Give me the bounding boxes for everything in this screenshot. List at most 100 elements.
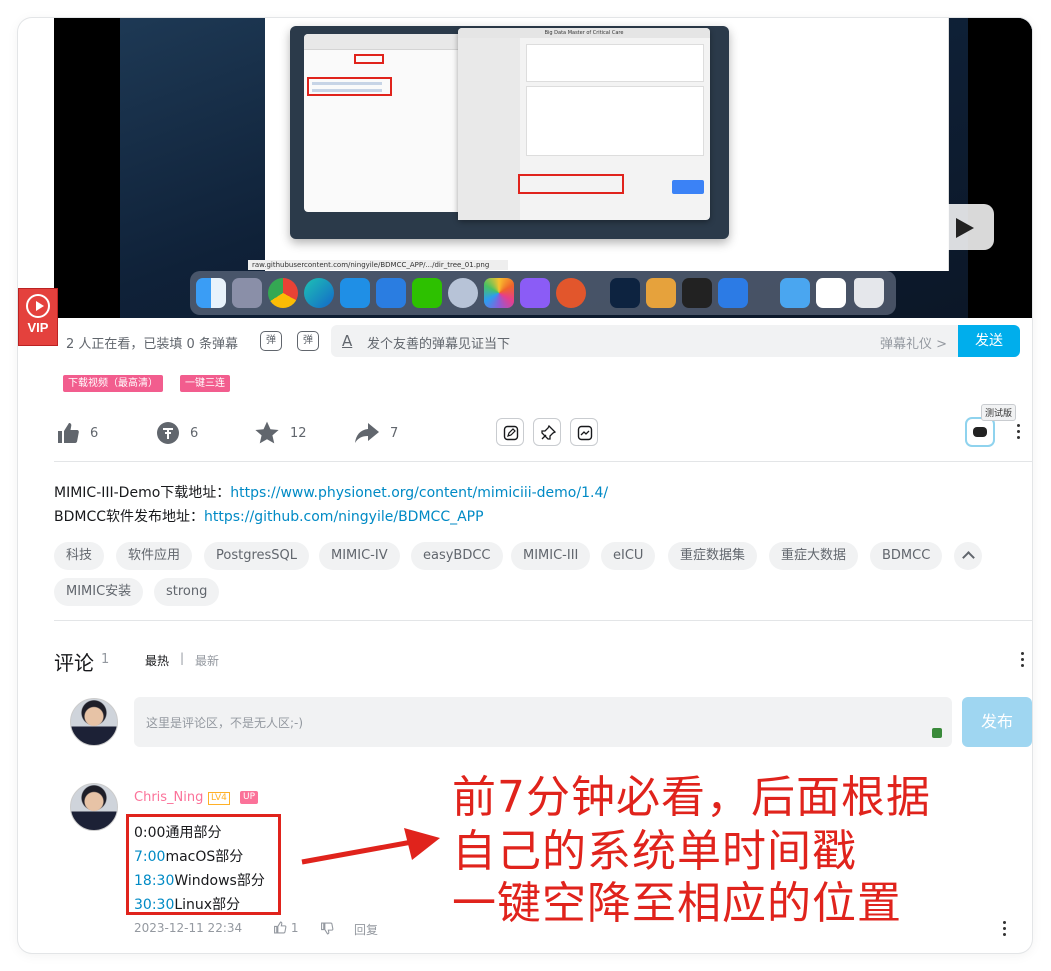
trash-icon	[854, 278, 884, 308]
tag-item[interactable]: easyBDCC	[411, 542, 503, 570]
comment-dislike-button[interactable]	[320, 920, 334, 939]
star-icon	[255, 421, 279, 444]
tag-item[interactable]: PostgresSQL	[204, 542, 310, 570]
share-arrow-icon	[355, 423, 379, 443]
like-button[interactable]: 6	[56, 413, 98, 453]
triple-action-button[interactable]: 一键三连	[180, 375, 230, 392]
divider	[54, 461, 1032, 462]
favorite-button[interactable]: 12	[254, 413, 307, 453]
coin-icon	[157, 422, 179, 444]
danmaku-bar: 2 人正在看，已装填 0 条弹幕 弹 弹 A 发个友善的弹幕见证当下 弹幕礼仪 …	[54, 318, 1032, 364]
video-toolbar: 6 6 12 7	[54, 413, 1032, 453]
teams-icon	[718, 278, 748, 308]
pin-icon	[541, 425, 556, 440]
bdmcc-app-window: Big Data Master of Critical Care	[458, 28, 710, 220]
edge-icon	[304, 278, 334, 308]
tag-item[interactable]: 重症大数据	[769, 542, 859, 570]
danmaku-etiquette-link[interactable]: 弹幕礼仪 >	[880, 333, 947, 352]
pin-button[interactable]	[533, 418, 561, 446]
bdmcc-release-link[interactable]: https://github.com/ningyile/BDMCC_APP	[204, 509, 484, 525]
mimic-download-link[interactable]: https://www.physionet.org/content/mimici…	[230, 485, 608, 501]
finder-window	[304, 34, 469, 212]
video-player[interactable]: Big Data Master of Critical Care raw.git…	[54, 18, 1032, 318]
thumb-up-icon	[58, 423, 79, 443]
highlight-box	[307, 77, 392, 96]
comment-input[interactable]: 这里是评论区，不是无人区;-)	[134, 697, 952, 747]
status-dot-icon	[932, 728, 942, 738]
tag-item[interactable]: eICU	[601, 542, 656, 570]
thumb-down-icon	[321, 922, 334, 935]
comment-line: 18:30Windows部分	[134, 873, 265, 889]
tag-item[interactable]: BDMCC	[870, 542, 943, 570]
danmaku-settings-icon[interactable]: 弹	[297, 331, 319, 351]
timestamp-link[interactable]: 30:30	[134, 897, 174, 913]
ai-assistant-robot-icon[interactable]	[965, 417, 995, 447]
annotation-text-line: 一键空降至相应的位置	[452, 878, 902, 929]
preview-icon	[816, 278, 846, 308]
tag-item[interactable]: strong	[154, 578, 220, 606]
stats-button[interactable]	[570, 418, 598, 446]
page-frame: Big Data Master of Critical Care raw.git…	[18, 18, 1032, 953]
level-badge: LV4	[208, 792, 230, 805]
post-comment-button[interactable]: 发布	[962, 697, 1032, 747]
viewer-count: 2 人正在看，已装填 0 条弹幕	[66, 337, 238, 352]
annotation-text-line: 自己的系统单时间戳	[452, 826, 857, 877]
font-style-icon[interactable]: A	[342, 332, 352, 350]
desc-label-1: MIMIC-III-Demo下载地址：	[54, 485, 231, 501]
timestamp-link[interactable]: 18:30	[134, 873, 174, 889]
macos-dock	[190, 271, 896, 315]
annotation-text-line: 前7分钟必看，后面根据	[452, 772, 931, 823]
timestamp: 0:00	[134, 825, 166, 841]
video-url-bar: raw.githubusercontent.com/ningyile/BDMCC…	[248, 260, 508, 270]
danmaku-placeholder: 发个友善的弹幕见证当下	[367, 337, 511, 352]
highlight-box	[354, 54, 384, 64]
collapse-tags-chevron-up-icon[interactable]	[954, 542, 982, 570]
screenshot-in-video: Big Data Master of Critical Care	[290, 26, 729, 239]
tag-item[interactable]: MIMIC-IV	[319, 542, 400, 570]
comments-more-icon[interactable]	[1021, 652, 1025, 670]
tag-item[interactable]: 重症数据集	[668, 542, 758, 570]
thumb-up-icon	[274, 921, 287, 934]
avatar[interactable]	[70, 698, 118, 746]
comment-date: 2023-12-11 22:34	[134, 921, 243, 935]
sort-separator: |	[180, 651, 185, 665]
tag-item[interactable]: 科技	[54, 542, 105, 570]
video-description: MIMIC-III-Demo下载地址：https://www.physionet…	[54, 481, 608, 529]
note-button[interactable]	[496, 418, 524, 446]
folder-icon	[780, 278, 810, 308]
trend-icon	[577, 425, 593, 441]
coin-button[interactable]: 6	[156, 413, 198, 453]
danmaku-input[interactable]: A 发个友善的弹幕见证当下 弹幕礼仪 >	[331, 325, 959, 357]
share-button[interactable]: 7	[354, 413, 398, 453]
tag-item[interactable]: 软件应用	[116, 542, 193, 570]
comments-title: 评论	[54, 651, 94, 675]
play-icon	[26, 294, 50, 318]
play-tv-icon[interactable]	[938, 204, 994, 250]
tag-item[interactable]: MIMIC-III	[511, 542, 591, 570]
timestamp-link[interactable]: 7:00	[134, 849, 165, 865]
vip-badge[interactable]: VIP	[18, 288, 58, 346]
r-icon	[448, 278, 478, 308]
chrome-icon	[268, 278, 298, 308]
up-badge: UP	[240, 791, 259, 804]
highlight-box	[518, 174, 624, 194]
divider	[54, 620, 1032, 621]
launchpad-icon	[232, 278, 262, 308]
avatar[interactable]	[70, 783, 118, 831]
comment-reply-button[interactable]: 回复	[354, 921, 378, 938]
comment-more-icon[interactable]	[1003, 921, 1007, 939]
tag-item[interactable]: MIMIC安装	[54, 578, 144, 606]
comment-like-button[interactable]: 1	[273, 921, 298, 935]
danmaku-toggle-icon[interactable]: 弹	[260, 331, 282, 351]
sort-hot-tab[interactable]: 最热	[145, 652, 169, 669]
more-options-icon[interactable]	[1017, 424, 1021, 442]
annotation-arrow-icon	[301, 828, 440, 865]
danmaku-send-button[interactable]: 发送	[958, 325, 1020, 357]
comments-count: 1	[101, 652, 110, 667]
photos-icon	[484, 278, 514, 308]
sort-new-tab[interactable]: 最新	[195, 652, 219, 669]
comment-username[interactable]: Chris_Ning	[134, 790, 203, 805]
github-icon	[520, 278, 550, 308]
app-title: Big Data Master of Critical Care	[458, 28, 710, 38]
download-video-button[interactable]: 下载视频（最高清）	[63, 375, 163, 392]
